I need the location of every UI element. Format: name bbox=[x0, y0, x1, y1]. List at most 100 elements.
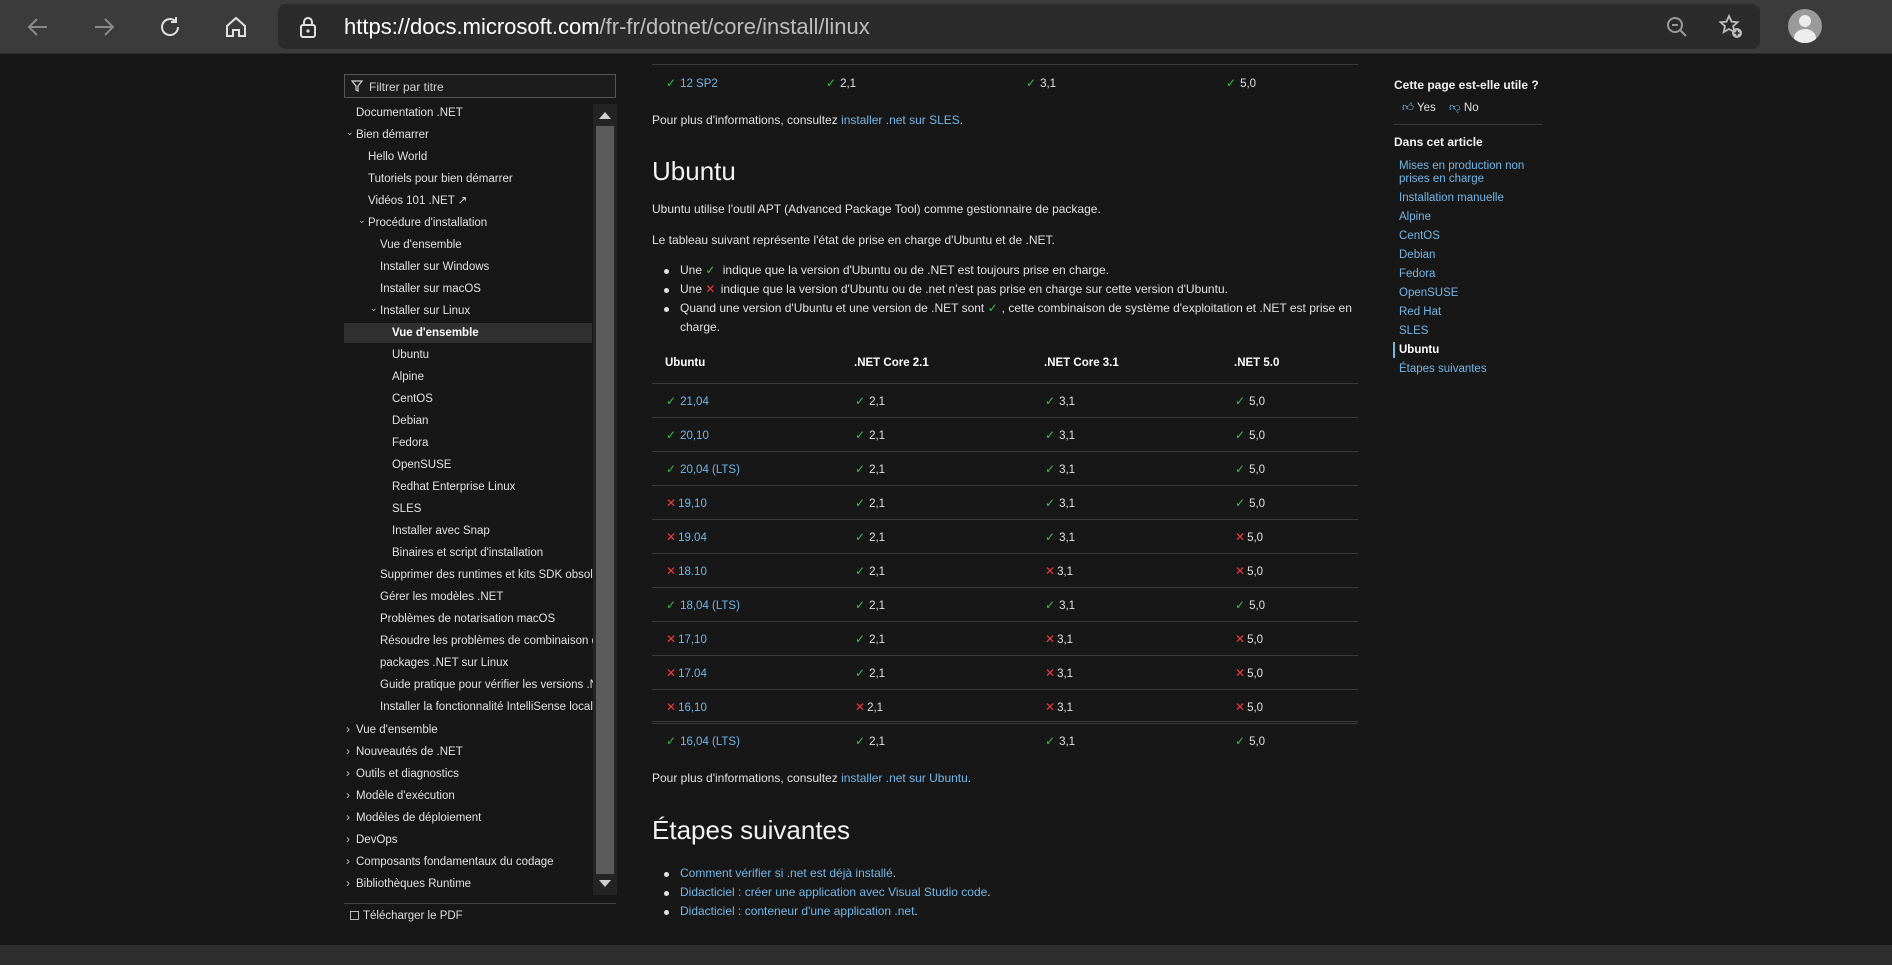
toc-item[interactable]: Vue d'ensemble bbox=[380, 235, 462, 255]
ubuntu-version-link[interactable]: 19,10 bbox=[678, 498, 707, 510]
chevron-down-icon[interactable]: ⌄ bbox=[346, 122, 356, 142]
chevron-right-icon[interactable]: › bbox=[346, 763, 356, 783]
download-pdf-link[interactable]: Télécharger le PDF bbox=[344, 903, 616, 929]
outline-link[interactable]: prises en charge bbox=[1399, 173, 1484, 186]
outline-link[interactable]: Mises en production non bbox=[1399, 160, 1524, 173]
cell-value: 3,1 bbox=[1059, 736, 1076, 748]
toc-item[interactable]: Fedora bbox=[392, 433, 428, 453]
toc-item[interactable]: › Bibliothèques Runtime bbox=[346, 873, 471, 893]
toc-item[interactable]: Documentation .NET bbox=[356, 103, 463, 123]
outline-link[interactable]: Debian bbox=[1399, 249, 1435, 262]
outline-link[interactable]: Fedora bbox=[1399, 268, 1435, 281]
next-step-link-container[interactable]: Didacticiel : conteneur d'une applicatio… bbox=[680, 904, 914, 918]
toc-item[interactable]: Tutoriels pour bien démarrer bbox=[368, 169, 513, 189]
toc-item[interactable]: Supprimer des runtimes et kits SDK obsol… bbox=[380, 565, 615, 585]
toc-item[interactable]: Installer avec Snap bbox=[392, 521, 490, 541]
bullet-text: Quand une version d'Ubuntu et une versio… bbox=[680, 301, 988, 315]
chevron-right-icon[interactable]: › bbox=[346, 741, 356, 761]
toc-item[interactable]: Alpine bbox=[392, 367, 424, 387]
table-cell-c31: ✓ 3,1 bbox=[1045, 598, 1075, 612]
toc-item[interactable]: Résoudre les problèmes de combinaison de bbox=[380, 631, 604, 651]
toc-item[interactable]: › Outils et diagnostics bbox=[346, 763, 459, 783]
chevron-right-icon[interactable]: › bbox=[346, 829, 356, 849]
chevron-down-icon[interactable]: ⌄ bbox=[358, 210, 368, 230]
chevron-right-icon[interactable]: › bbox=[346, 807, 356, 827]
refresh-button[interactable] bbox=[150, 8, 190, 46]
ubuntu-version-link[interactable]: 16,10 bbox=[678, 702, 707, 714]
outline-link[interactable]: Installation manuelle bbox=[1399, 192, 1504, 205]
chevron-right-icon[interactable]: › bbox=[346, 873, 356, 893]
home-button[interactable] bbox=[216, 8, 256, 46]
toc-item[interactable]: Installer sur Windows bbox=[380, 257, 489, 277]
toc-item[interactable]: Vue d'ensemble bbox=[344, 323, 592, 343]
add-favorite-icon[interactable] bbox=[1718, 14, 1744, 40]
install-ubuntu-link[interactable]: installer .net sur Ubuntu bbox=[841, 771, 968, 785]
url-text[interactable]: https://docs.microsoft.com/fr-fr/dotnet/… bbox=[344, 14, 870, 40]
toc-item[interactable]: Installer sur macOS bbox=[380, 279, 481, 299]
ubuntu-version-link[interactable]: 16,04 (LTS) bbox=[680, 736, 740, 748]
outline-link[interactable]: Red Hat bbox=[1399, 306, 1441, 319]
toc-item[interactable]: Debian bbox=[392, 411, 428, 431]
toc-item[interactable]: SLES bbox=[392, 499, 421, 519]
chevron-right-icon[interactable]: › bbox=[346, 785, 356, 805]
toc-item-label: Alpine bbox=[392, 371, 424, 383]
toc-item[interactable]: › Modèles de déploiement bbox=[346, 807, 481, 827]
yes-button[interactable]: 👍︎ Yes bbox=[1402, 101, 1436, 115]
ubuntu-version-link[interactable]: 21,04 bbox=[680, 396, 709, 408]
toc-item[interactable]: ⌄ Installer sur Linux bbox=[370, 301, 470, 321]
toc-item[interactable]: Guide pratique pour vérifier les version… bbox=[380, 675, 613, 695]
ubuntu-version-link[interactable]: 20,04 (LTS) bbox=[680, 464, 740, 476]
chevron-down-icon[interactable]: ⌄ bbox=[370, 298, 380, 318]
install-sles-link[interactable]: installer .net sur SLES bbox=[841, 113, 960, 127]
lock-icon[interactable] bbox=[298, 15, 318, 39]
ubuntu-version-link[interactable]: 20,10 bbox=[680, 430, 709, 442]
ubuntu-version-link[interactable]: 17,10 bbox=[678, 634, 707, 646]
outline-link[interactable]: OpenSUSE bbox=[1399, 287, 1458, 300]
toc-item[interactable]: Redhat Enterprise Linux bbox=[392, 477, 515, 497]
scroll-up-icon[interactable] bbox=[599, 112, 611, 119]
toc-item[interactable]: ⌄ Procédure d'installation bbox=[358, 213, 487, 233]
toc-item[interactable]: › Vue d'ensemble bbox=[346, 719, 438, 739]
toc-item[interactable]: CentOS bbox=[392, 389, 433, 409]
back-button[interactable] bbox=[18, 8, 58, 46]
scroll-thumb[interactable] bbox=[596, 126, 614, 874]
toc-item[interactable]: OpenSUSE bbox=[392, 455, 451, 475]
toc-scrollbar[interactable] bbox=[593, 104, 617, 895]
chevron-right-icon[interactable]: › bbox=[346, 851, 356, 871]
ubuntu-version-link[interactable]: 19.04 bbox=[678, 532, 707, 544]
next-step-link-verify[interactable]: Comment vérifier si .net est déjà instal… bbox=[680, 866, 893, 880]
toc-filter[interactable] bbox=[344, 74, 616, 98]
toc-item[interactable]: ⌄ Bien démarrer bbox=[346, 125, 429, 145]
profile-avatar[interactable] bbox=[1788, 9, 1822, 43]
outline-link[interactable]: Alpine bbox=[1399, 211, 1431, 224]
toc-item[interactable]: Problèmes de notarisation macOS bbox=[380, 609, 555, 629]
toc-item[interactable]: › Nouveautés de .NET bbox=[346, 741, 463, 761]
toc-item[interactable]: Gérer les modèles .NET bbox=[380, 587, 503, 607]
toc-item[interactable]: Installer la fonctionnalité IntelliSense… bbox=[380, 697, 614, 717]
ubuntu-version-link[interactable]: 18,04 (LTS) bbox=[680, 600, 740, 612]
toc-item[interactable]: › Composants fondamentaux du codage bbox=[346, 851, 554, 871]
ubuntu-version-link[interactable]: 17.04 bbox=[678, 668, 707, 680]
ubuntu-version-link[interactable]: 18.10 bbox=[678, 566, 707, 578]
cross-icon: ✕ bbox=[1235, 632, 1246, 646]
toc-item[interactable]: › DevOps bbox=[346, 829, 398, 849]
no-button[interactable]: 👎︎ No bbox=[1449, 101, 1479, 115]
outline-link[interactable]: CentOS bbox=[1399, 230, 1440, 243]
toc-item[interactable]: Vidéos 101 .NET ↗ bbox=[368, 191, 467, 211]
toc-item[interactable]: Binaires et script d'installation bbox=[392, 543, 543, 563]
address-bar[interactable]: https://docs.microsoft.com/fr-fr/dotnet/… bbox=[278, 4, 1760, 49]
outline-link[interactable]: Étapes suivantes bbox=[1399, 363, 1487, 376]
toc-filter-input[interactable] bbox=[369, 78, 609, 96]
toc-item[interactable]: Ubuntu bbox=[392, 345, 429, 365]
sles-os-link[interactable]: 12 SP2 bbox=[680, 78, 718, 90]
chevron-right-icon[interactable]: › bbox=[346, 719, 356, 739]
toc-item[interactable]: Hello World bbox=[368, 147, 427, 167]
outline-link[interactable]: Ubuntu bbox=[1399, 344, 1439, 357]
zoom-out-icon[interactable] bbox=[1664, 14, 1690, 40]
forward-button[interactable] bbox=[84, 8, 124, 46]
toc-item[interactable]: packages .NET sur Linux bbox=[380, 653, 508, 673]
next-step-link-vscode[interactable]: Didacticiel : créer une application avec… bbox=[680, 885, 987, 899]
toc-item[interactable]: › Modèle d'exécution bbox=[346, 785, 455, 805]
scroll-down-icon[interactable] bbox=[599, 880, 611, 887]
outline-link[interactable]: SLES bbox=[1399, 325, 1428, 338]
